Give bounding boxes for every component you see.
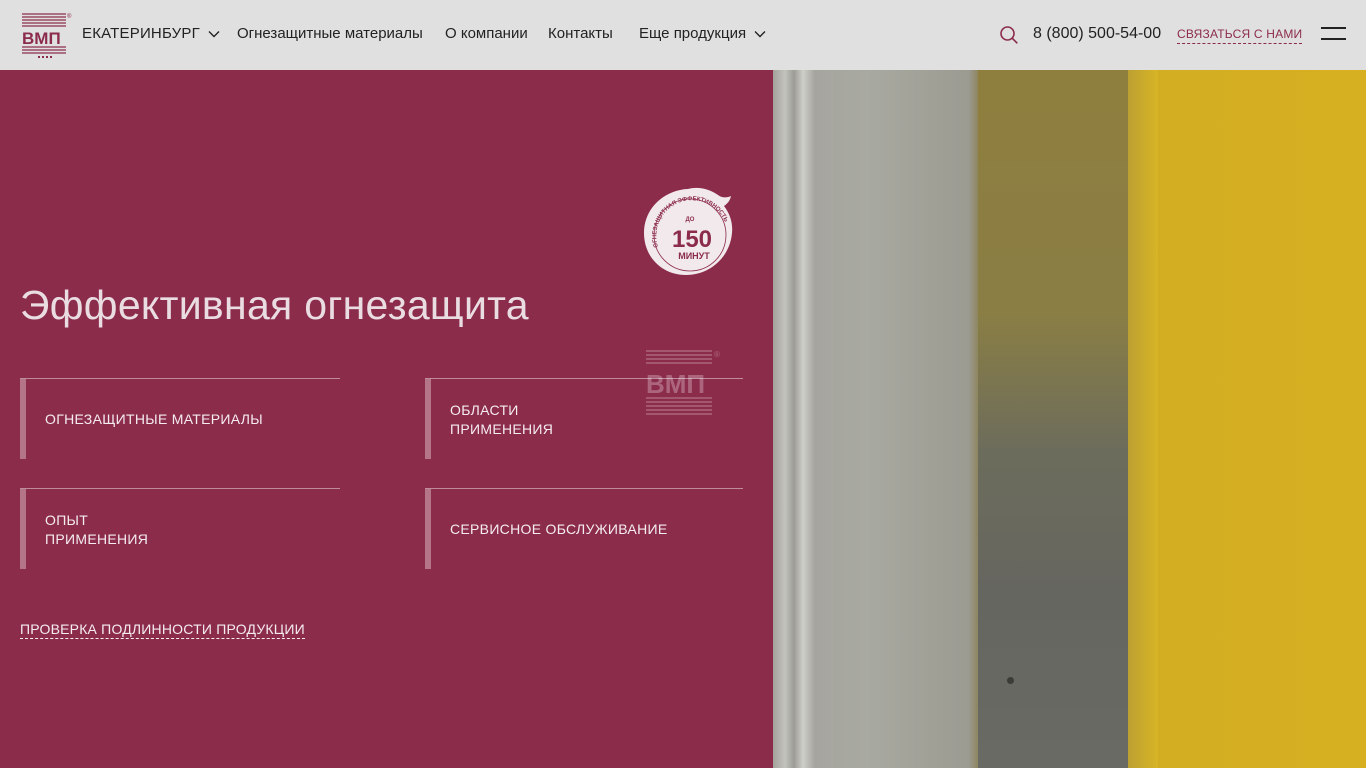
nav-more-products[interactable]: Еще продукция	[639, 25, 766, 42]
city-selector[interactable]: ЕКАТЕРИНБУРГ	[82, 25, 220, 42]
svg-text:150: 150	[672, 226, 712, 253]
hero-photo	[773, 70, 1366, 768]
verify-authenticity-link[interactable]: ПРОВЕРКА ПОДЛИННОСТИ ПРОДУКЦИИ	[20, 621, 305, 639]
photo-yellow-edge	[1128, 70, 1158, 768]
card-accent-bar	[425, 489, 431, 569]
city-label: ЕКАТЕРИНБУРГ	[82, 25, 200, 42]
site-header: ВМП ® ЕКАТЕРИНБУРГ Огнезащитные материал…	[0, 0, 1366, 70]
phone-link[interactable]: 8 (800) 500-54-00	[1033, 25, 1161, 43]
card-label: ОПЫТ ПРИМЕНЕНИЯ	[45, 512, 149, 547]
card-accent-bar	[20, 489, 26, 569]
photo-pipe	[773, 70, 833, 768]
card-service[interactable]: СЕРВИСНОЕ ОБСЛУЖИВАНИЕ	[425, 488, 743, 569]
nav-label: Огнезащитные материалы	[237, 25, 423, 42]
hero-title: Эффективная огнезащита	[20, 282, 529, 328]
search-icon[interactable]	[999, 25, 1019, 45]
chevron-down-icon	[754, 30, 766, 37]
badge-icon: ДО 150 МИНУТ ОГНЕЗАЩИТНАЯ ЭФФЕКТИВНОСТЬ	[644, 187, 733, 275]
card-accent-bar	[20, 379, 26, 459]
chevron-down-icon	[208, 30, 220, 37]
contact-us-button[interactable]: СВЯЗАТЬСЯ С НАМИ	[1177, 27, 1303, 44]
photo-shadow-wall	[978, 70, 1128, 768]
svg-text:МИНУТ: МИНУТ	[678, 251, 710, 261]
card-application-areas[interactable]: ОБЛАСТИ ПРИМЕНЕНИЯ	[425, 378, 743, 459]
svg-text:®: ®	[714, 350, 720, 359]
nav-label: О компании	[445, 25, 528, 42]
logo-icon[interactable]: ВМП ®	[20, 11, 72, 59]
card-fire-protection-materials[interactable]: ОГНЕЗАЩИТНЫЕ МАТЕРИАЛЫ	[20, 378, 340, 459]
svg-text:ВМП: ВМП	[22, 29, 61, 48]
svg-text:®: ®	[67, 13, 72, 20]
card-label: ОБЛАСТИ ПРИМЕНЕНИЯ	[450, 402, 554, 437]
card-application-experience[interactable]: ОПЫТ ПРИМЕНЕНИЯ	[20, 488, 340, 569]
nav-fire-protection[interactable]: Огнезащитные материалы	[237, 25, 423, 42]
menu-icon[interactable]	[1321, 27, 1346, 43]
nav-label: Контакты	[548, 25, 613, 42]
hero-panel: ДО 150 МИНУТ ОГНЕЗАЩИТНАЯ ЭФФЕКТИВНОСТЬ …	[0, 70, 773, 768]
card-accent-bar	[425, 379, 431, 459]
photo-bolt	[1007, 677, 1014, 684]
nav-label: Еще продукция	[639, 25, 747, 42]
svg-text:ДО: ДО	[686, 217, 695, 223]
nav-contacts[interactable]: Контакты	[548, 25, 613, 42]
card-label: СЕРВИСНОЕ ОБСЛУЖИВАНИЕ	[450, 521, 668, 537]
nav-about[interactable]: О компании	[445, 25, 528, 42]
card-label: ОГНЕЗАЩИТНЫЕ МАТЕРИАЛЫ	[45, 411, 263, 427]
